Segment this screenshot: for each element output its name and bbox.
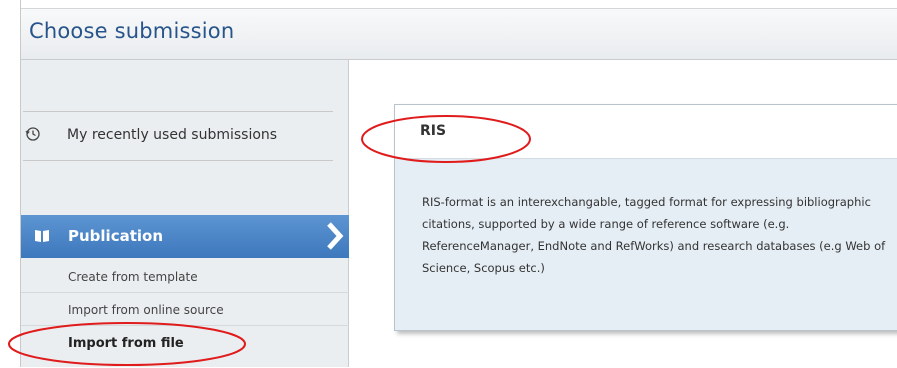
import-from-online-source-link[interactable]: Import from online source bbox=[68, 303, 224, 317]
divider bbox=[21, 292, 349, 293]
sidebar: My recently used submissions Publication… bbox=[21, 60, 349, 367]
recent-submissions-link[interactable]: My recently used submissions bbox=[23, 111, 333, 161]
card-description: RIS-format is an interexchangable, tagge… bbox=[422, 195, 886, 275]
chevron-right-icon bbox=[327, 222, 344, 250]
publication-category[interactable]: Publication bbox=[21, 215, 349, 258]
clock-history-icon bbox=[25, 127, 40, 141]
create-from-template-link[interactable]: Create from template bbox=[68, 270, 198, 284]
app-frame: Choose submission My recently used submi… bbox=[20, 0, 897, 367]
book-icon bbox=[35, 230, 49, 242]
card-header: RIS bbox=[395, 105, 897, 159]
page-header: Choose submission bbox=[21, 8, 897, 60]
format-card-ris[interactable]: RIS RIS-format is an interexchangable, t… bbox=[394, 104, 897, 331]
page-title: Choose submission bbox=[29, 19, 235, 43]
recent-submissions-label: My recently used submissions bbox=[67, 127, 278, 143]
publication-label: Publication bbox=[68, 227, 164, 245]
import-from-file-link[interactable]: Import from file bbox=[68, 336, 184, 351]
divider bbox=[21, 325, 349, 326]
card-title: RIS bbox=[420, 123, 447, 139]
